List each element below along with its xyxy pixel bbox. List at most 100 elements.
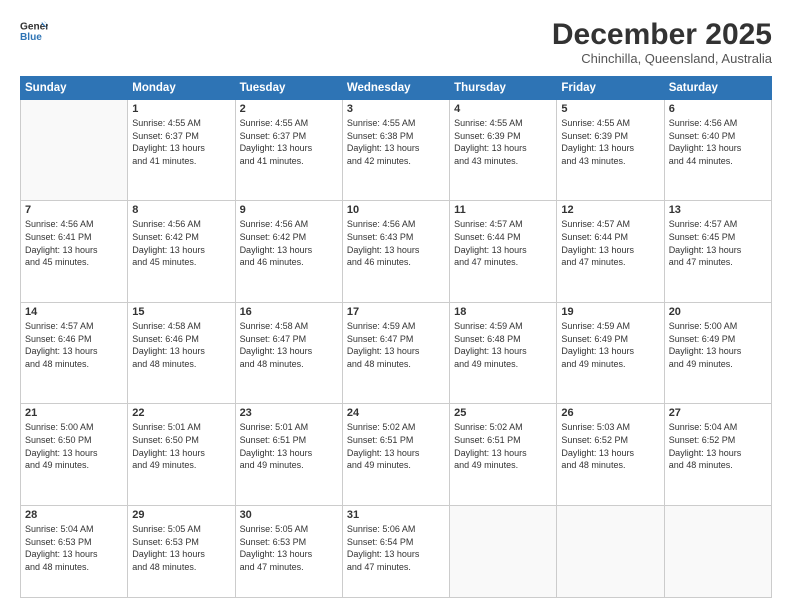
table-row: 20Sunrise: 5:00 AMSunset: 6:49 PMDayligh… (664, 302, 771, 403)
day-number: 24 (347, 407, 445, 419)
cell-details: Sunrise: 4:55 AMSunset: 6:39 PMDaylight:… (454, 117, 552, 167)
table-row: 5 Sunrise: 4:55 AMSunset: 6:39 PMDaylight… (557, 100, 664, 201)
table-row: 29 Sunrise: 5:05 AMSunset: 6:53 PMDayligh… (128, 505, 235, 597)
cell-details: Sunrise: 4:57 AMSunset: 6:44 PMDaylight:… (454, 218, 552, 268)
day-number: 7 (25, 204, 123, 216)
table-row: 23 Sunrise: 5:01 AMSunset: 6:51 PMDayligh… (235, 404, 342, 505)
cell-details: Sunrise: 5:04 AMSunset: 6:52 PMDaylight:… (669, 421, 767, 471)
location: Chinchilla, Queensland, Australia (552, 51, 772, 66)
table-row: 28 Sunrise: 5:04 AMSunset: 6:53 PMDayligh… (21, 505, 128, 597)
cell-details: Sunrise: 5:05 AMSunset: 6:53 PMDaylight:… (240, 523, 338, 573)
day-number: 21 (25, 407, 123, 419)
day-number: 31 (347, 509, 445, 521)
table-row: 10 Sunrise: 4:56 AMSunset: 6:43 PMDayligh… (342, 201, 449, 302)
cell-details: Sunrise: 4:56 AMSunset: 6:42 PMDaylight:… (240, 218, 338, 268)
cell-details: Sunrise: 5:03 AMSunset: 6:52 PMDaylight:… (561, 421, 659, 471)
col-friday: Friday (557, 77, 664, 100)
col-wednesday: Wednesday (342, 77, 449, 100)
calendar-row: 7 Sunrise: 4:56 AMSunset: 6:41 PMDaylight… (21, 201, 772, 302)
cell-details: Sunrise: 4:55 AMSunset: 6:37 PMDaylight:… (132, 117, 230, 167)
table-row (450, 505, 557, 597)
table-row: 21 Sunrise: 5:00 AMSunset: 6:50 PMDayligh… (21, 404, 128, 505)
table-row: 4 Sunrise: 4:55 AMSunset: 6:39 PMDaylight… (450, 100, 557, 201)
table-row: 18 Sunrise: 4:59 AMSunset: 6:48 PMDayligh… (450, 302, 557, 403)
table-row: 9 Sunrise: 4:56 AMSunset: 6:42 PMDaylight… (235, 201, 342, 302)
table-row (21, 100, 128, 201)
cell-details: Sunrise: 5:04 AMSunset: 6:53 PMDaylight:… (25, 523, 123, 573)
day-number: 10 (347, 204, 445, 216)
day-number: 23 (240, 407, 338, 419)
cell-details: Sunrise: 4:58 AMSunset: 6:47 PMDaylight:… (240, 320, 338, 370)
day-number: 12 (561, 204, 659, 216)
cell-details: Sunrise: 4:57 AMSunset: 6:45 PMDaylight:… (669, 218, 767, 268)
cell-details: Sunrise: 4:55 AMSunset: 6:37 PMDaylight:… (240, 117, 338, 167)
table-row: 3Sunrise: 4:55 AMSunset: 6:38 PMDaylight… (342, 100, 449, 201)
table-row: 24 Sunrise: 5:02 AMSunset: 6:51 PMDayligh… (342, 404, 449, 505)
cell-details: Sunrise: 4:57 AMSunset: 6:44 PMDaylight:… (561, 218, 659, 268)
col-thursday: Thursday (450, 77, 557, 100)
cell-details: Sunrise: 4:59 AMSunset: 6:49 PMDaylight:… (561, 320, 659, 370)
page: General Blue December 2025 Chinchilla, Q… (0, 0, 792, 612)
table-row: 8 Sunrise: 4:56 AMSunset: 6:42 PMDaylight… (128, 201, 235, 302)
cell-details: Sunrise: 5:00 AMSunset: 6:50 PMDaylight:… (25, 421, 123, 471)
cell-details: Sunrise: 4:58 AMSunset: 6:46 PMDaylight:… (132, 320, 230, 370)
table-row: 15 Sunrise: 4:58 AMSunset: 6:46 PMDayligh… (128, 302, 235, 403)
cell-details: Sunrise: 5:05 AMSunset: 6:53 PMDaylight:… (132, 523, 230, 573)
day-number: 11 (454, 204, 552, 216)
day-number: 4 (454, 103, 552, 115)
cell-details: Sunrise: 5:02 AMSunset: 6:51 PMDaylight:… (347, 421, 445, 471)
table-row: 1 Sunrise: 4:55 AMSunset: 6:37 PMDaylight… (128, 100, 235, 201)
table-row: 16 Sunrise: 4:58 AMSunset: 6:47 PMDayligh… (235, 302, 342, 403)
month-title: December 2025 (552, 18, 772, 51)
cell-details: Sunrise: 4:56 AMSunset: 6:41 PMDaylight:… (25, 218, 123, 268)
calendar-row: 21 Sunrise: 5:00 AMSunset: 6:50 PMDayligh… (21, 404, 772, 505)
svg-text:Blue: Blue (20, 32, 42, 43)
logo-icon: General Blue (20, 18, 48, 46)
cell-details: Sunrise: 4:55 AMSunset: 6:39 PMDaylight:… (561, 117, 659, 167)
cell-details: Sunrise: 5:01 AMSunset: 6:50 PMDaylight:… (132, 421, 230, 471)
day-number: 28 (25, 509, 123, 521)
title-area: December 2025 Chinchilla, Queensland, Au… (552, 18, 772, 66)
table-row: 13 Sunrise: 4:57 AMSunset: 6:45 PMDayligh… (664, 201, 771, 302)
logo: General Blue (20, 18, 48, 46)
day-number: 6 (669, 103, 767, 115)
day-number: 5 (561, 103, 659, 115)
calendar-row: 14 Sunrise: 4:57 AMSunset: 6:46 PMDayligh… (21, 302, 772, 403)
day-number: 18 (454, 306, 552, 318)
day-number: 22 (132, 407, 230, 419)
day-number: 3 (347, 103, 445, 115)
table-row: 26Sunrise: 5:03 AMSunset: 6:52 PMDayligh… (557, 404, 664, 505)
header: General Blue December 2025 Chinchilla, Q… (20, 18, 772, 66)
table-row (557, 505, 664, 597)
day-number: 8 (132, 204, 230, 216)
table-row: 25Sunrise: 5:02 AMSunset: 6:51 PMDayligh… (450, 404, 557, 505)
table-row: 22 Sunrise: 5:01 AMSunset: 6:50 PMDayligh… (128, 404, 235, 505)
header-row: Sunday Monday Tuesday Wednesday Thursday… (21, 77, 772, 100)
table-row: 11 Sunrise: 4:57 AMSunset: 6:44 PMDayligh… (450, 201, 557, 302)
day-number: 14 (25, 306, 123, 318)
cell-details: Sunrise: 4:56 AMSunset: 6:43 PMDaylight:… (347, 218, 445, 268)
day-number: 30 (240, 509, 338, 521)
day-number: 16 (240, 306, 338, 318)
day-number: 27 (669, 407, 767, 419)
cell-details: Sunrise: 4:56 AMSunset: 6:40 PMDaylight:… (669, 117, 767, 167)
day-number: 15 (132, 306, 230, 318)
cell-details: Sunrise: 5:06 AMSunset: 6:54 PMDaylight:… (347, 523, 445, 573)
table-row: 6 Sunrise: 4:56 AMSunset: 6:40 PMDaylight… (664, 100, 771, 201)
cell-details: Sunrise: 4:57 AMSunset: 6:46 PMDaylight:… (25, 320, 123, 370)
cell-details: Sunrise: 4:59 AMSunset: 6:48 PMDaylight:… (454, 320, 552, 370)
table-row: 27 Sunrise: 5:04 AMSunset: 6:52 PMDayligh… (664, 404, 771, 505)
day-number: 25 (454, 407, 552, 419)
day-number: 19 (561, 306, 659, 318)
calendar-row: 28 Sunrise: 5:04 AMSunset: 6:53 PMDayligh… (21, 505, 772, 597)
table-row: 17Sunrise: 4:59 AMSunset: 6:47 PMDayligh… (342, 302, 449, 403)
col-tuesday: Tuesday (235, 77, 342, 100)
cell-details: Sunrise: 5:01 AMSunset: 6:51 PMDaylight:… (240, 421, 338, 471)
day-number: 29 (132, 509, 230, 521)
day-number: 13 (669, 204, 767, 216)
day-number: 1 (132, 103, 230, 115)
table-row: 7 Sunrise: 4:56 AMSunset: 6:41 PMDaylight… (21, 201, 128, 302)
day-number: 9 (240, 204, 338, 216)
cell-details: Sunrise: 4:56 AMSunset: 6:42 PMDaylight:… (132, 218, 230, 268)
table-row: 19 Sunrise: 4:59 AMSunset: 6:49 PMDayligh… (557, 302, 664, 403)
